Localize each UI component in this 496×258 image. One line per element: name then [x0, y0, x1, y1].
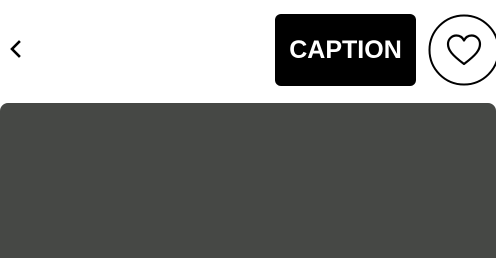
media-preview	[0, 103, 496, 258]
caption-button-label: CAPTION	[289, 35, 402, 64]
caption-button[interactable]: CAPTION	[275, 14, 416, 86]
back-button[interactable]	[4, 36, 26, 62]
like-button[interactable]	[428, 14, 496, 86]
heart-outline-icon	[428, 14, 496, 86]
screen: CAPTION	[0, 0, 496, 258]
top-bar: CAPTION	[0, 0, 496, 102]
chevron-left-icon	[10, 40, 21, 58]
